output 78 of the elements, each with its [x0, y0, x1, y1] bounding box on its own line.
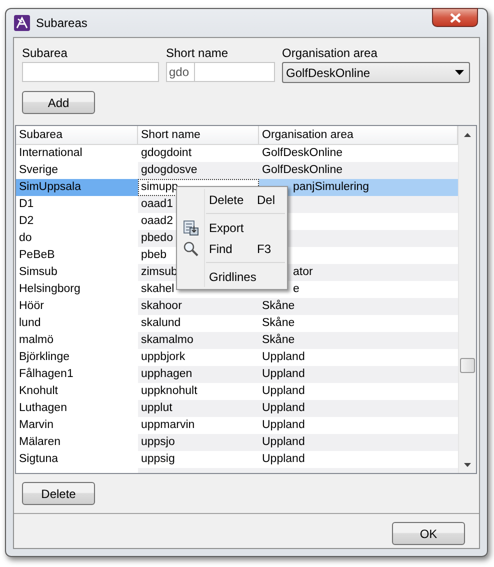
table-cell: Uppland — [262, 402, 305, 414]
export-icon — [183, 220, 199, 236]
table-cell: Höör — [19, 300, 44, 312]
table-cell: SimUppsala — [19, 181, 81, 193]
table-cell: D1 — [19, 198, 34, 210]
delete-button[interactable]: Delete — [22, 482, 95, 505]
close-icon — [450, 12, 460, 22]
menu-item[interactable]: Export — [177, 217, 287, 238]
table-cell: uppmarvin — [141, 419, 195, 431]
table-cell: Sverige — [19, 164, 58, 176]
table-cell: skahoor — [141, 300, 182, 312]
field-label: Subarea — [22, 46, 68, 60]
table-cell: International — [19, 147, 82, 159]
table-cell: ator — [293, 266, 313, 278]
app-icon — [14, 15, 30, 31]
table-cell: PeBeB — [19, 249, 55, 261]
table-cell: panjSimulering — [293, 181, 370, 193]
table-cell: Uppland — [262, 351, 305, 363]
table-cell: upplut — [141, 402, 172, 414]
scrollbar[interactable] — [458, 126, 476, 473]
dropdown-arrow-icon — [455, 70, 464, 75]
table-cell: Uppland — [262, 419, 305, 431]
scroll-up-icon[interactable] — [464, 133, 471, 137]
table-cell: gdogdoint — [141, 147, 192, 159]
table-cell: Knohult — [19, 385, 58, 397]
table-cell: e — [293, 283, 300, 295]
short-name-field[interactable]: gdo — [166, 62, 275, 82]
scroll-thumb[interactable] — [460, 358, 475, 373]
menu-item[interactable]: Gridlines — [177, 266, 287, 287]
table-cell: Björklinge — [19, 351, 70, 363]
table-cell: Uppland — [262, 368, 305, 380]
table-cell: uppsig — [141, 453, 175, 465]
table-cell: gdogdosve — [141, 164, 198, 176]
table-cell: Uppland — [262, 385, 305, 397]
table-cell: GolfDeskOnline — [262, 147, 343, 159]
table-cell: pbeb — [141, 249, 167, 261]
table-cell: zimsub — [141, 266, 178, 278]
table-cell: oaad1 — [141, 198, 173, 210]
table-cell: lund — [19, 317, 41, 329]
scroll-down-icon[interactable] — [464, 463, 471, 467]
subarea-field[interactable] — [22, 62, 159, 82]
table-cell: uppknohult — [141, 385, 198, 397]
table-cell: Skåne — [262, 317, 295, 329]
menu-item[interactable]: Delete Del — [177, 189, 287, 210]
table-cell: pbedo — [141, 232, 173, 244]
table-cell: skalund — [141, 317, 181, 329]
table-cell: malmö — [19, 334, 54, 346]
table-cell: upphagen — [141, 368, 192, 380]
table-cell: skahel — [141, 283, 174, 295]
table-cell: Simsub — [19, 266, 58, 278]
menu-item[interactable]: Find F3 — [177, 238, 287, 259]
ok-button[interactable]: OK — [392, 522, 465, 545]
field-label: Short name — [166, 46, 230, 60]
field-label: Organisation area — [282, 46, 378, 60]
table-cell: skamalmo — [141, 334, 194, 346]
close-button[interactable] — [432, 8, 478, 27]
table-cell: uppsjo — [141, 436, 175, 448]
table-cell: Marvin — [19, 419, 54, 431]
table-cell: D2 — [19, 215, 34, 227]
table-cell: Sigtuna — [19, 453, 58, 465]
table-cell: uppbjork — [141, 351, 186, 363]
column-header[interactable]: Short name — [138, 126, 259, 144]
table-cell: oaad2 — [141, 215, 173, 227]
column-header[interactable]: Subarea — [16, 126, 138, 144]
table-cell: Luthagen — [19, 402, 67, 414]
table-cell: Skåne — [262, 300, 295, 312]
window-title: Subareas — [36, 16, 88, 30]
table-cell: Skåne — [262, 334, 295, 346]
table-cell: do — [19, 232, 32, 244]
table-cell: Mälaren — [19, 436, 61, 448]
table-cell: GolfDeskOnline — [262, 164, 343, 176]
table-cell: Helsingborg — [19, 283, 80, 295]
table-cell: Fålhagen1 — [19, 368, 74, 380]
add-button[interactable]: Add — [22, 91, 95, 114]
table-cell: Uppland — [262, 453, 305, 465]
organisation-dropdown[interactable]: GolfDeskOnline — [282, 62, 470, 83]
table-cell: Uppland — [262, 436, 305, 448]
search-icon — [183, 240, 199, 256]
